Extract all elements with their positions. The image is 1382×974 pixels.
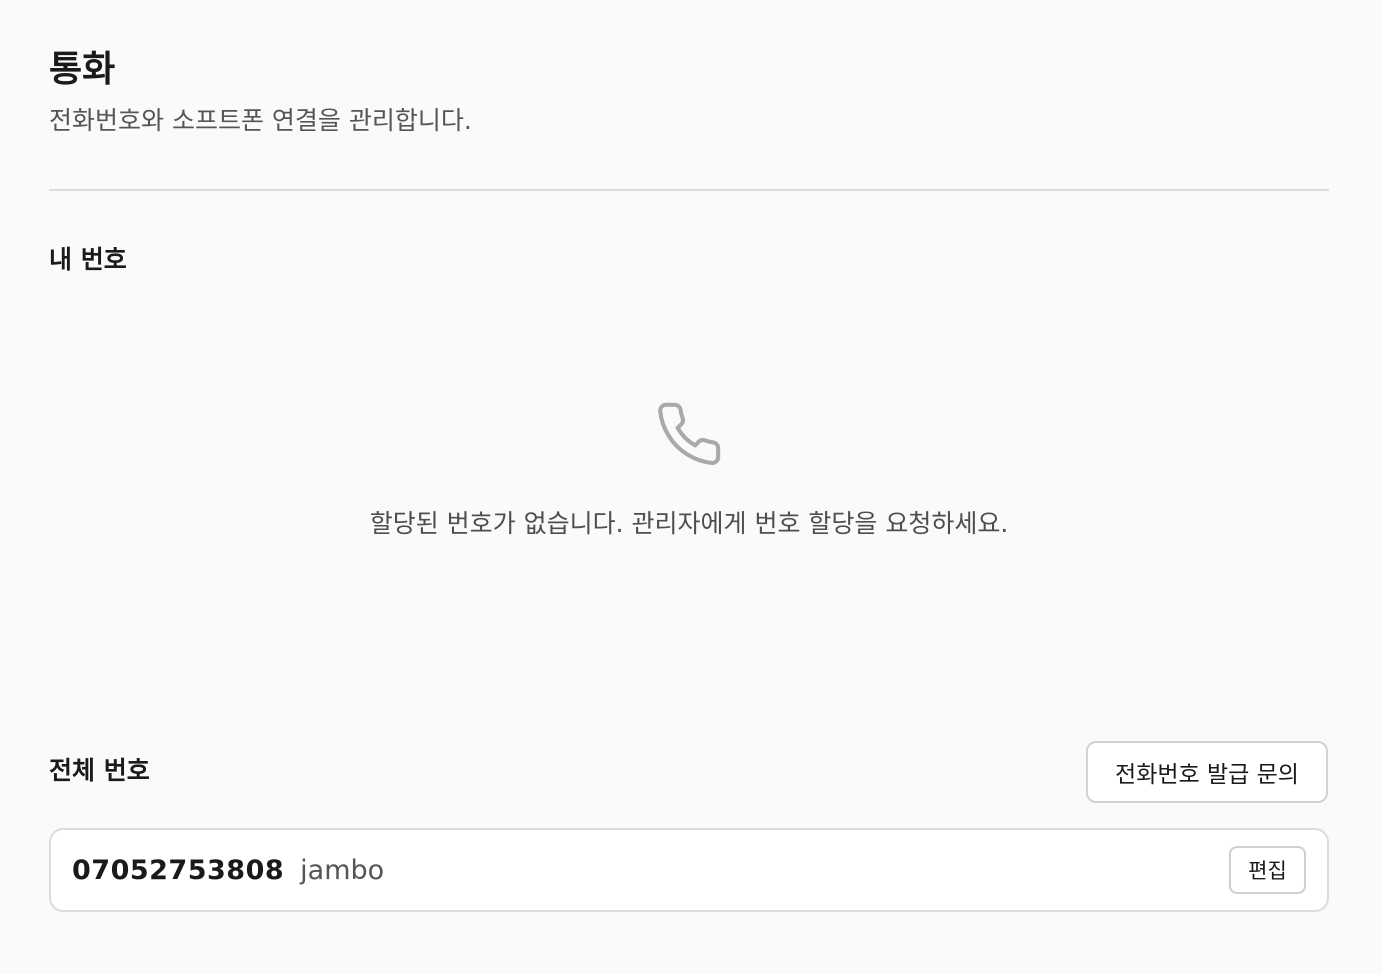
phone-number-row: 07052753808 jambo 편집 (49, 828, 1329, 912)
phone-icon (658, 402, 721, 465)
call-settings-page: 통화 전화번호와 소프트폰 연결을 관리합니다. 내 번호 할당된 번호가 없습… (0, 0, 1382, 974)
my-numbers-empty-state: 할당된 번호가 없습니다. 관리자에게 번호 할당을 요청하세요. (49, 395, 1329, 541)
empty-state-message: 할당된 번호가 없습니다. 관리자에게 번호 할당을 요청하세요. (369, 509, 1009, 538)
header-divider (49, 189, 1329, 191)
page-title: 통화 (49, 49, 116, 90)
number-issue-inquiry-button[interactable]: 전화번호 발급 문의 (1086, 741, 1328, 803)
my-numbers-title: 내 번호 (49, 245, 127, 274)
page-subtitle: 전화번호와 소프트폰 연결을 관리합니다. (49, 106, 472, 135)
phone-number: 07052753808 (72, 854, 285, 886)
all-numbers-title: 전체 번호 (49, 756, 150, 785)
phone-number-alias: jambo (300, 854, 385, 886)
edit-number-button[interactable]: 편집 (1229, 846, 1306, 894)
